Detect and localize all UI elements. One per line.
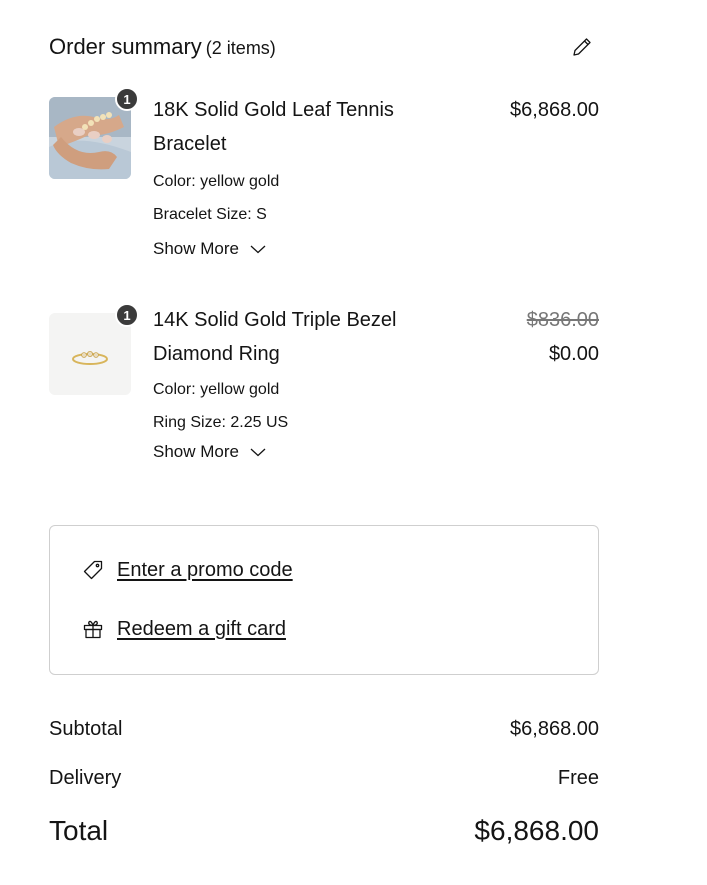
delivery-label: Delivery bbox=[49, 767, 122, 789]
total-row: Total $6,868.00 bbox=[49, 815, 599, 847]
product-image-wrap: 1 bbox=[49, 87, 139, 179]
item-option-size: Ring Size: 2.25 US bbox=[153, 414, 289, 431]
item-price: $6,868.00 bbox=[510, 99, 599, 121]
gift-card-link[interactable]: Redeem a gift card bbox=[81, 617, 286, 641]
delivery-value: Free bbox=[557, 767, 599, 789]
subtotal-row: Subtotal $6,868.00 bbox=[49, 718, 599, 741]
item-name[interactable]: 14K Solid Gold Triple Bezel Diamond Ring bbox=[153, 303, 453, 371]
item-name-line: Bracelet bbox=[153, 133, 227, 155]
chevron-down-icon bbox=[250, 245, 266, 254]
chevron-down-icon bbox=[250, 448, 266, 457]
pencil-icon bbox=[573, 38, 591, 56]
item-name-line: 14K Solid Gold Triple Bezel bbox=[153, 309, 397, 331]
quantity-badge: 1 bbox=[115, 87, 139, 111]
gift-icon bbox=[83, 620, 103, 639]
product-image-wrap: 1 bbox=[49, 303, 139, 395]
show-more-button[interactable]: Show More bbox=[153, 237, 267, 261]
item-option-color: Color: yellow gold bbox=[153, 381, 280, 398]
promo-code-link[interactable]: Enter a promo code bbox=[81, 558, 293, 582]
delivery-row: Delivery Free bbox=[49, 767, 599, 790]
item-details: 18K Solid Gold Leaf Tennis Bracelet Colo… bbox=[153, 93, 453, 261]
item-count: (2 items) bbox=[205, 38, 276, 58]
show-more-label: Show More bbox=[153, 442, 239, 461]
item-name-line: Diamond Ring bbox=[153, 343, 280, 365]
item-option-color: Color: yellow gold bbox=[153, 173, 280, 190]
gift-card-label: Redeem a gift card bbox=[117, 617, 286, 640]
item-price-col: $6,868.00 bbox=[510, 93, 599, 127]
item-name-line: 18K Solid Gold Leaf Tennis bbox=[153, 99, 394, 121]
tag-icon bbox=[83, 560, 103, 580]
quantity-badge: 1 bbox=[115, 303, 139, 327]
order-summary-header: Order summary (2 items) bbox=[49, 32, 599, 62]
product-image[interactable] bbox=[49, 313, 131, 395]
show-more-label: Show More bbox=[153, 239, 239, 258]
item-price: $0.00 bbox=[548, 343, 599, 365]
item-option-size: Bracelet Size: S bbox=[153, 206, 267, 223]
promo-box: Enter a promo code Redeem a gift card bbox=[49, 525, 599, 675]
item-price-col: $836.00 $0.00 bbox=[527, 303, 599, 371]
promo-code-label: Enter a promo code bbox=[117, 558, 293, 581]
product-image[interactable] bbox=[49, 97, 131, 179]
total-value: $6,868.00 bbox=[474, 815, 599, 846]
edit-cart-button[interactable] bbox=[569, 34, 595, 60]
subtotal-label: Subtotal bbox=[49, 718, 123, 740]
order-summary-title: Order summary bbox=[49, 34, 202, 59]
item-name[interactable]: 18K Solid Gold Leaf Tennis Bracelet bbox=[153, 93, 453, 161]
total-label: Total bbox=[49, 815, 109, 846]
subtotal-value: $6,868.00 bbox=[510, 718, 599, 740]
show-more-button[interactable]: Show More bbox=[153, 440, 267, 464]
item-details: 14K Solid Gold Triple Bezel Diamond Ring… bbox=[153, 303, 453, 464]
item-original-price: $836.00 bbox=[526, 309, 599, 331]
